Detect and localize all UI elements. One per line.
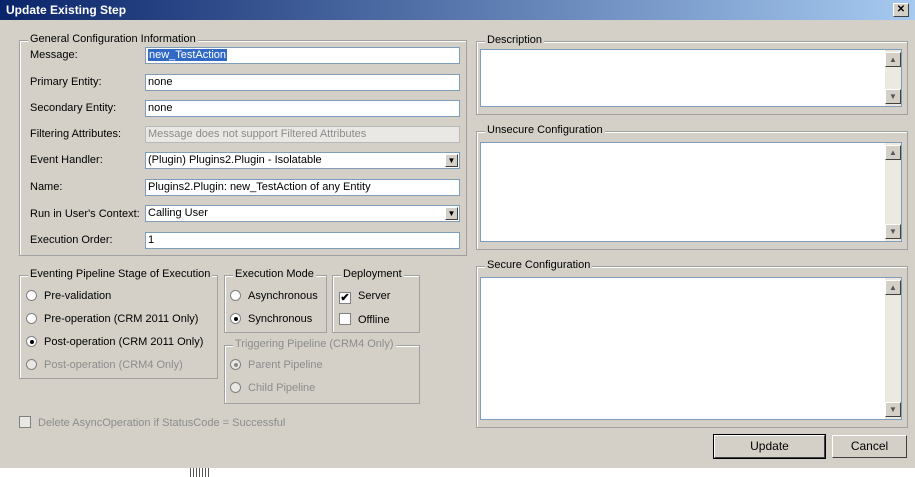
stage-option-label: Pre-validation [44,290,112,302]
triggering-option: Parent Pipeline [230,359,323,371]
message-label: Message: [30,49,78,61]
stage-option: Post-operation (CRM4 Only) [26,359,183,371]
secure-config-scrollbar[interactable]: ▲ ▼ [885,278,901,419]
name-field[interactable]: Plugins2.Plugin: new_TestAction of any E… [145,179,460,196]
mode-option-label: Synchronous [248,313,313,325]
triggering-pipeline-legend: Triggering Pipeline (CRM4 Only) [233,338,396,350]
scroll-up-icon[interactable]: ▲ [885,145,901,160]
secure-config-textarea[interactable]: ▲ ▼ [480,277,902,420]
user-context-value: Calling User [148,207,208,219]
unsecure-config-textarea[interactable]: ▲ ▼ [480,142,902,242]
event-handler-label: Event Handler: [30,154,103,166]
primary-entity-field[interactable]: none [145,74,460,91]
mode-option[interactable]: Synchronous [230,313,312,325]
title-bar[interactable]: Update Existing Step ✕ [0,0,915,20]
description-textarea[interactable]: ▲ ▼ [480,49,902,107]
deployment-option-label: Offline [358,314,390,326]
delete-async-label: Delete AsyncOperation if StatusCode = Su… [38,417,286,429]
stage-option-label: Post-operation (CRM 2011 Only) [44,336,204,348]
message-value: new_TestAction [148,49,228,61]
checkbox-icon [19,416,31,428]
stage-option[interactable]: Pre-validation [26,290,111,302]
deployment-legend: Deployment [341,268,404,280]
deployment-option[interactable]: Offline [339,313,390,326]
update-step-dialog: Update Existing Step ✕ General Configura… [0,0,915,468]
secondary-entity-field[interactable]: none [145,100,460,117]
stage-option-label: Post-operation (CRM4 Only) [44,359,183,371]
name-label: Name: [30,181,63,193]
deployment-option[interactable]: ✔ Server [339,290,390,304]
window-title: Update Existing Step [6,3,127,17]
mode-option-label: Asynchronous [248,290,318,302]
unsecure-config-legend: Unsecure Configuration [485,124,605,136]
message-field[interactable]: new_TestAction [145,47,460,64]
execution-order-label: Execution Order: [30,234,113,246]
description-legend: Description [485,34,545,46]
user-context-label: Run in User's Context: [30,208,140,220]
mode-option[interactable]: Asynchronous [230,290,318,302]
scroll-down-icon[interactable]: ▼ [885,89,901,104]
pipeline-stage-legend: Eventing Pipeline Stage of Execution [28,268,213,280]
execution-mode-legend: Execution Mode [233,268,316,280]
stage-option[interactable]: Pre-operation (CRM 2011 Only) [26,313,198,325]
delete-async-option: Delete AsyncOperation if StatusCode = Su… [19,416,285,429]
filtering-attributes-label: Filtering Attributes: [30,128,122,140]
triggering-option: Child Pipeline [230,382,315,394]
update-button[interactable]: Update [713,434,826,459]
radio-icon[interactable] [230,313,241,324]
scroll-down-icon[interactable]: ▼ [885,224,901,239]
checkbox-icon[interactable]: ✔ [339,292,351,304]
radio-icon [230,359,241,370]
radio-icon[interactable] [26,290,37,301]
radio-icon[interactable] [230,290,241,301]
general-config-legend: General Configuration Information [28,33,198,45]
triggering-option-label: Child Pipeline [248,382,316,394]
event-handler-value: (Plugin) Plugins2.Plugin - Isolatable [148,154,322,166]
cancel-button[interactable]: Cancel [832,435,907,458]
execution-order-field[interactable]: 1 [145,232,460,249]
primary-entity-label: Primary Entity: [30,76,102,88]
stage-option-label: Pre-operation (CRM 2011 Only) [44,313,199,325]
unsecure-config-scrollbar[interactable]: ▲ ▼ [885,143,901,241]
general-config-group: General Configuration Information [19,33,467,256]
stage-option[interactable]: Post-operation (CRM 2011 Only) [26,336,203,348]
user-context-select[interactable]: Calling User ▼ [145,205,460,222]
scroll-up-icon[interactable]: ▲ [885,280,901,295]
triggering-option-label: Parent Pipeline [248,359,323,371]
radio-icon [26,359,37,370]
description-scrollbar[interactable]: ▲ ▼ [885,50,901,106]
event-handler-select[interactable]: (Plugin) Plugins2.Plugin - Isolatable ▼ [145,152,460,169]
deployment-option-label: Server [358,290,391,302]
radio-icon[interactable] [26,313,37,324]
close-button[interactable]: ✕ [893,3,909,17]
chevron-down-icon[interactable]: ▼ [445,207,458,220]
radio-icon [230,382,241,393]
scroll-down-icon[interactable]: ▼ [885,402,901,417]
filtering-attributes-field: Message does not support Filtered Attrib… [145,126,460,143]
radio-icon[interactable] [26,336,37,347]
chevron-down-icon[interactable]: ▼ [445,154,458,167]
secondary-entity-label: Secondary Entity: [30,102,117,114]
secure-config-legend: Secure Configuration [485,259,593,271]
scroll-up-icon[interactable]: ▲ [885,52,901,67]
checkbox-icon[interactable] [339,313,351,325]
triggering-pipeline-group: Triggering Pipeline (CRM4 Only) [224,338,420,404]
resize-grip[interactable] [190,468,210,477]
